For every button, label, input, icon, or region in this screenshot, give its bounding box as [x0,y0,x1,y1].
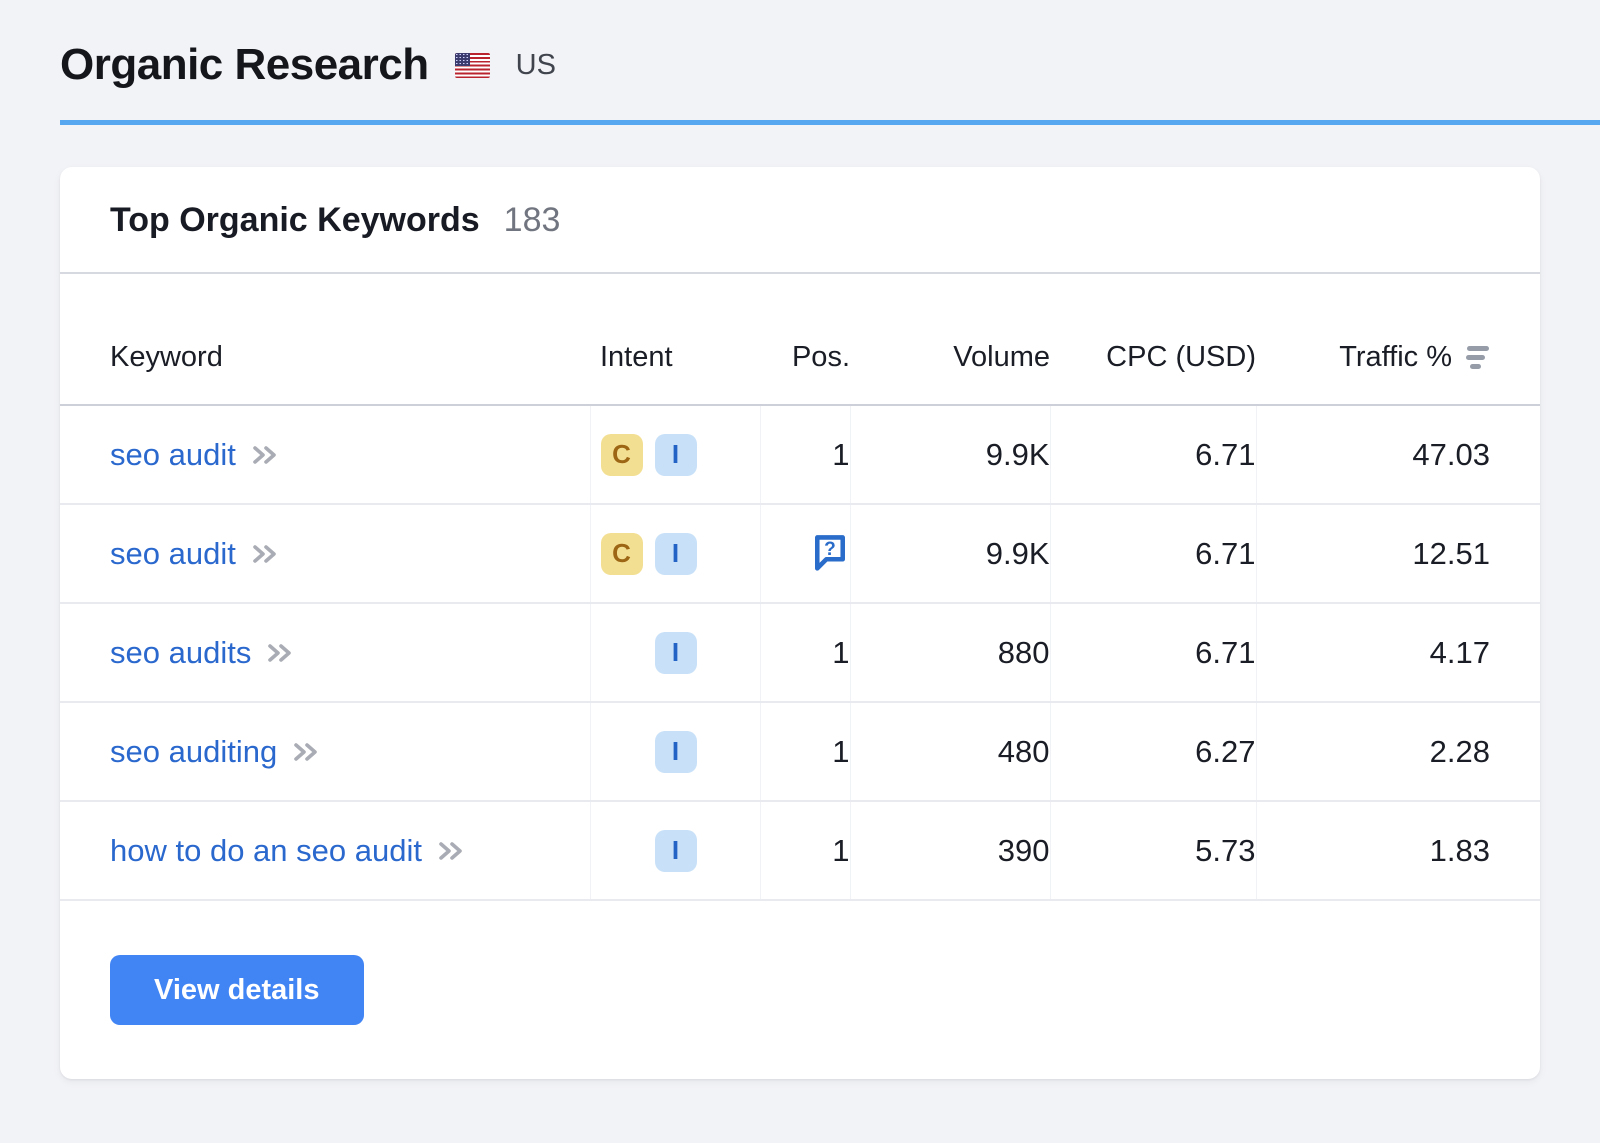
view-details-button[interactable]: View details [110,955,364,1025]
serp-question-bubble-icon: ? [810,530,850,574]
region-label: US [516,49,556,82]
intent-badge-informational: I [655,830,697,872]
intent-badge-informational: I [655,533,697,575]
cpc-value: 6.27 [1195,734,1255,769]
volume-value: 880 [998,635,1050,670]
keyword-link[interactable]: how to do an seo audit [110,833,466,869]
intent-badges: C I [601,533,760,575]
intent-badge-informational: I [655,731,697,773]
top-organic-keywords-card: Top Organic Keywords 183 Keyword Intent … [60,167,1540,1079]
position-value: 1 [832,437,849,472]
table-row: seo audits I 1 880 6.71 4.17 [60,603,1540,702]
page-header: Organic Research US [60,40,1540,90]
keyword-text: seo audits [110,635,251,671]
keyword-link[interactable]: seo audit [110,437,280,473]
col-header-pos[interactable]: Pos. [760,274,850,405]
keyword-text: seo audit [110,536,236,572]
col-header-cpc[interactable]: CPC (USD) [1050,274,1256,405]
table-row: how to do an seo audit I 1 390 5.73 1.83 [60,801,1540,900]
volume-value: 480 [998,734,1050,769]
table-header-row: Keyword Intent Pos. Volume CPC (USD) Tra… [60,274,1540,405]
card-title: Top Organic Keywords [110,201,480,240]
col-header-intent[interactable]: Intent [590,274,760,405]
intent-badges: I [601,830,760,872]
keyword-chevron-icon [267,643,295,663]
intent-badges: I [601,632,760,674]
intent-badge-informational: I [655,434,697,476]
keyword-link[interactable]: seo auditing [110,734,321,770]
traffic-value: 12.51 [1412,536,1490,571]
card-footer: View details [60,901,1540,1079]
keywords-table-body: seo audit C I 1 9.9K 6.71 47.03 seo audi… [60,405,1540,900]
page-title: Organic Research [60,40,429,90]
cpc-value: 6.71 [1195,635,1255,670]
header-accent-rule [60,120,1600,125]
position-value: 1 [832,635,849,670]
keyword-chevron-icon [293,742,321,762]
volume-value: 9.9K [986,536,1050,571]
keyword-text: seo auditing [110,734,277,770]
table-row: seo audit C I ? 9.9K 6.71 12.51 [60,504,1540,603]
keyword-link[interactable]: seo audit [110,536,280,572]
traffic-value: 4.17 [1430,635,1490,670]
traffic-value: 1.83 [1430,833,1490,868]
keyword-chevron-icon [438,841,466,861]
intent-badge-informational: I [655,632,697,674]
table-row: seo auditing I 1 480 6.27 2.28 [60,702,1540,801]
cpc-value: 6.71 [1195,536,1255,571]
intent-badges: C I [601,434,760,476]
sort-descending-icon [1466,346,1490,369]
cpc-value: 6.71 [1195,437,1255,472]
card-header: Top Organic Keywords 183 [60,167,1540,274]
intent-badge-commercial: C [601,434,643,476]
keyword-chevron-icon [252,544,280,564]
keywords-table: Keyword Intent Pos. Volume CPC (USD) Tra… [60,274,1540,901]
intent-badges: I [601,731,760,773]
keyword-chevron-icon [252,445,280,465]
col-header-keyword[interactable]: Keyword [60,274,590,405]
table-row: seo audit C I 1 9.9K 6.71 47.03 [60,405,1540,504]
cpc-value: 5.73 [1195,833,1255,868]
volume-value: 390 [998,833,1050,868]
svg-text:?: ? [824,539,836,560]
traffic-value: 2.28 [1430,734,1490,769]
position-value: 1 [832,833,849,868]
keyword-count: 183 [504,201,561,240]
keyword-link[interactable]: seo audits [110,635,295,671]
col-header-traffic[interactable]: Traffic % [1256,274,1540,405]
col-header-traffic-label: Traffic % [1339,341,1452,374]
intent-badge-commercial: C [601,533,643,575]
keyword-text: seo audit [110,437,236,473]
volume-value: 9.9K [986,437,1050,472]
keyword-text: how to do an seo audit [110,833,422,869]
col-header-volume[interactable]: Volume [850,274,1050,405]
us-flag-icon [455,53,490,78]
position-value: 1 [832,734,849,769]
traffic-value: 47.03 [1412,437,1490,472]
